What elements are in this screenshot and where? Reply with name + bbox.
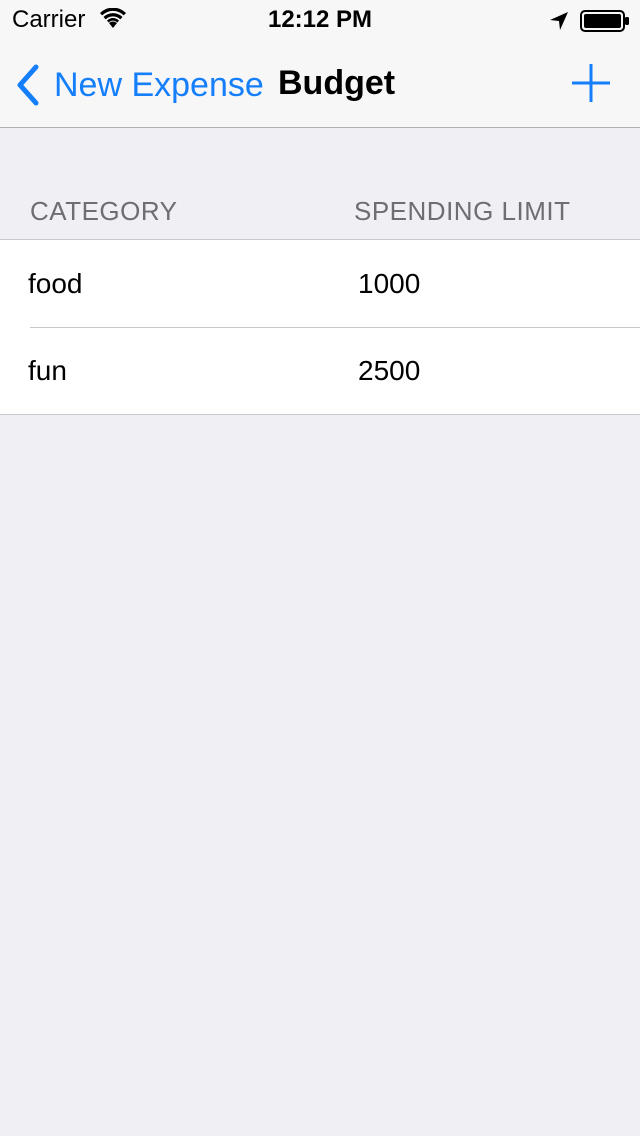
budget-screen: Carrier 12:12 PM New Expense Budget CATE…	[0, 0, 640, 1136]
spending-limit-cell: 1000	[358, 268, 421, 299]
page-title: Budget	[278, 64, 396, 102]
back-button[interactable]: New Expense	[14, 60, 264, 110]
clock-time: 12:12 PM	[267, 6, 373, 33]
table-row[interactable]: food 1000	[0, 240, 640, 327]
column-header-category: CATEGORY	[30, 196, 178, 226]
spending-limit-cell: 2500	[358, 355, 421, 386]
status-bar: Carrier 12:12 PM	[0, 0, 640, 40]
navigation-bar: New Expense Budget	[0, 40, 640, 128]
back-button-label: New Expense	[54, 65, 264, 104]
table-section-header: CATEGORY SPENDING LIMIT	[0, 180, 640, 240]
top-chrome: Carrier 12:12 PM New Expense Budget	[0, 0, 640, 128]
column-header-spending-limit: SPENDING LIMIT	[354, 196, 571, 226]
category-cell: fun	[28, 355, 67, 386]
location-arrow-icon	[550, 12, 568, 30]
budget-table: food 1000 fun 2500	[0, 239, 640, 415]
battery-icon	[580, 10, 629, 32]
chevron-left-icon	[17, 64, 39, 106]
plus-icon[interactable]	[568, 60, 614, 106]
table-row[interactable]: fun 2500	[0, 327, 640, 414]
category-cell: food	[28, 268, 83, 299]
